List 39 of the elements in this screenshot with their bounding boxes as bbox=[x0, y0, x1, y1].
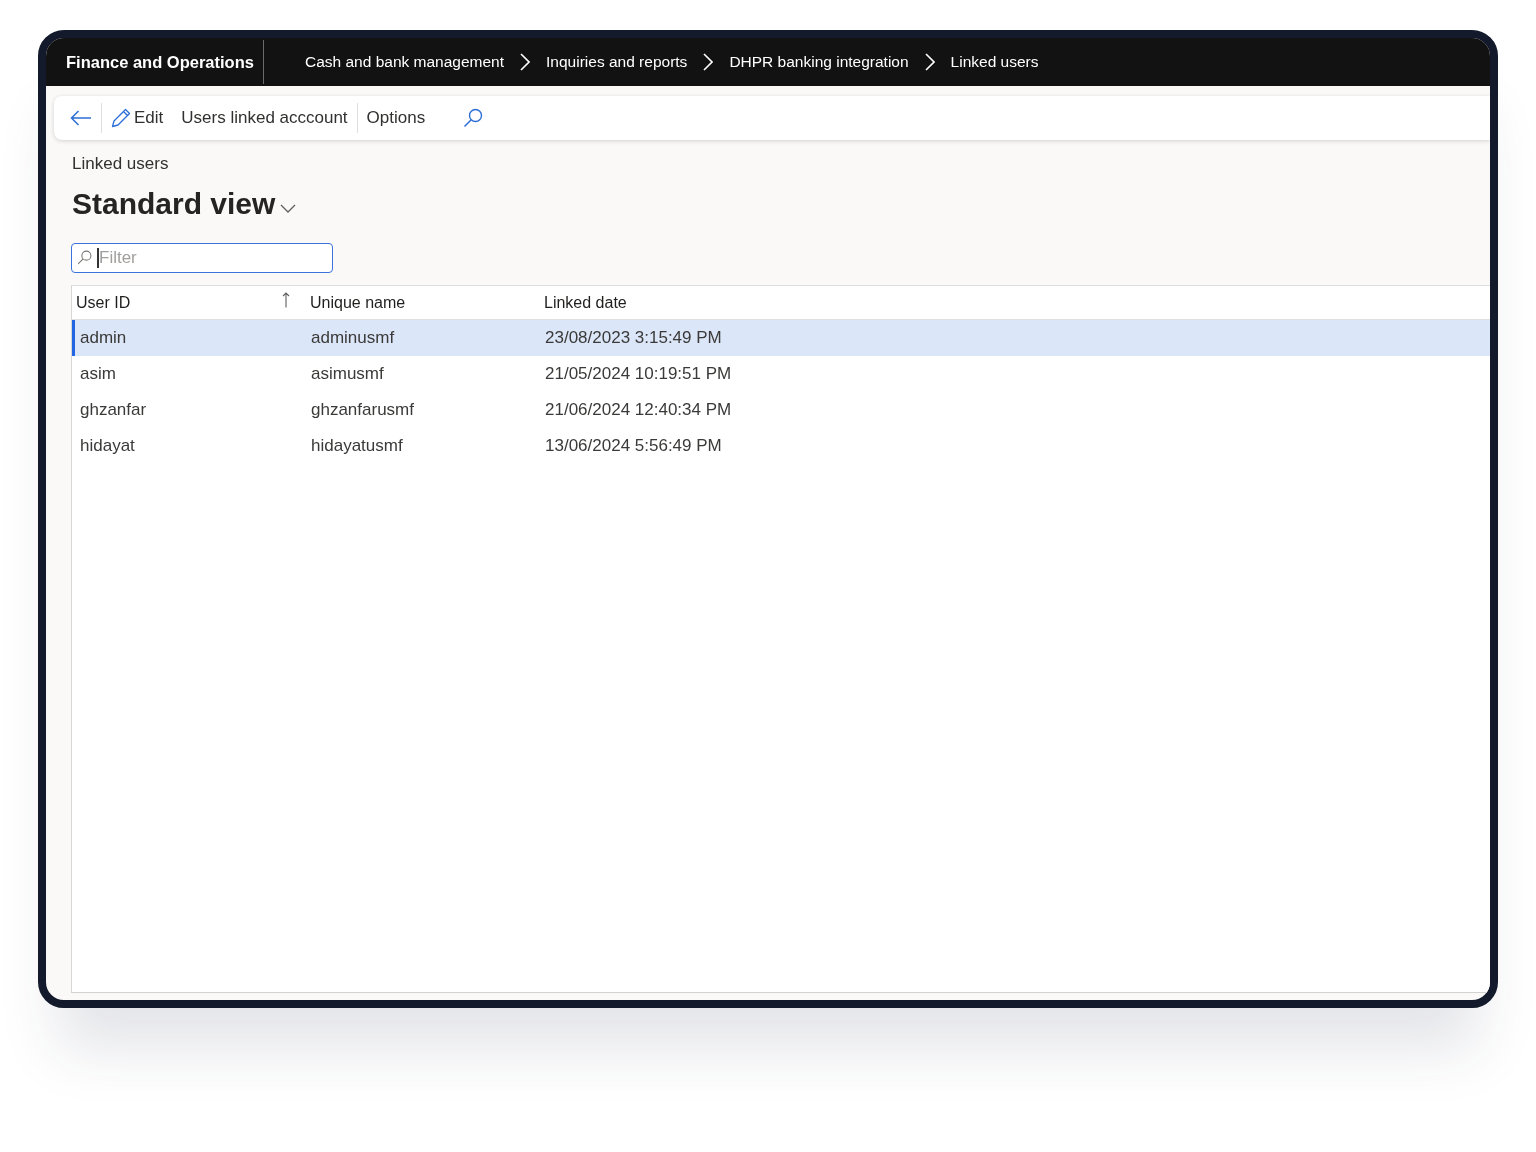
view-selector[interactable]: Standard view bbox=[72, 184, 297, 224]
table-row[interactable]: admin adminusmf 23/08/2023 3:15:49 PM bbox=[72, 320, 1490, 356]
search-icon bbox=[463, 108, 484, 128]
table-cell-text: ghzanfarusmf bbox=[310, 399, 415, 421]
table-cell-text: ghzanfar bbox=[79, 399, 148, 421]
table-row[interactable]: ghzanfar ghzanfarusmf 21/06/2024 12:40:34 PM bbox=[72, 392, 1490, 428]
filter-field[interactable]: Filter bbox=[71, 243, 333, 273]
table-cell-text: admin bbox=[79, 327, 128, 349]
table-cell-text: adminusmf bbox=[310, 327, 396, 349]
app-title: Finance and Operations bbox=[65, 52, 255, 72]
table-cell-text: 23/08/2023 3:15:49 PM bbox=[544, 327, 723, 349]
table-cell-text: 21/05/2024 10:19:51 PM bbox=[544, 363, 733, 385]
chevron-right-icon bbox=[703, 53, 714, 71]
page-caption: Linked users bbox=[72, 154, 170, 174]
table-cell-text: 21/06/2024 12:40:34 PM bbox=[544, 399, 733, 421]
column-header[interactable]: Unique name bbox=[306, 286, 540, 319]
breadcrumb-link[interactable]: Inquiries and reports bbox=[546, 53, 688, 71]
chevron-right-icon bbox=[924, 53, 935, 71]
column-header[interactable]: User ID bbox=[72, 286, 306, 319]
toolbar-button[interactable]: Options bbox=[362, 102, 430, 134]
breadcrumb-link[interactable]: Cash and bank management bbox=[305, 53, 505, 71]
table-cell-text: asim bbox=[79, 363, 117, 385]
breadcrumb-link[interactable]: Linked users bbox=[950, 53, 1039, 71]
chevron-down-icon bbox=[280, 203, 297, 213]
table-cell-text: asimusmf bbox=[310, 363, 385, 385]
chevron-right-icon bbox=[520, 53, 531, 71]
table-cell-text: hidayatusmf bbox=[310, 435, 404, 457]
toolbar-button[interactable]: Users linked acccount bbox=[177, 102, 352, 134]
breadcrumb-link[interactable]: DHPR banking integration bbox=[729, 53, 909, 71]
table-cell-text: 13/06/2024 5:56:49 PM bbox=[544, 435, 723, 457]
arrow-left-icon bbox=[70, 110, 92, 126]
column-header[interactable]: Linked date bbox=[540, 286, 1490, 319]
table-cell-text: hidayat bbox=[79, 435, 136, 457]
pencil-icon bbox=[111, 108, 131, 128]
text-cursor-icon bbox=[97, 248, 99, 268]
edit-button[interactable]: Edit bbox=[107, 102, 168, 134]
table-row[interactable]: asim asimusmf 21/05/2024 10:19:51 PM bbox=[72, 356, 1490, 392]
search-icon bbox=[77, 250, 92, 265]
table-row[interactable]: hidayat hidayatusmf 13/06/2024 5:56:49 PM bbox=[72, 428, 1490, 464]
